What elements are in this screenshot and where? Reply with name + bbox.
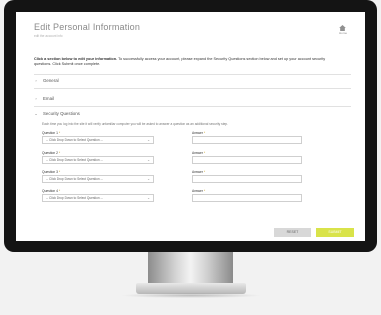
security-note: Each time you log into the site it will … bbox=[42, 122, 229, 126]
chevron-down-icon: ⌄ bbox=[147, 196, 150, 200]
question-3-value: -- Click Drop Down to Select Question -- bbox=[46, 177, 103, 181]
divider bbox=[34, 88, 351, 89]
required-marker: * bbox=[58, 189, 61, 193]
answer-4-label-text: Answer bbox=[192, 189, 203, 193]
answer-2-input[interactable] bbox=[192, 156, 302, 164]
answer-4-label: Answer * bbox=[192, 189, 205, 193]
divider bbox=[34, 106, 351, 107]
answer-1-input[interactable] bbox=[192, 136, 302, 144]
answer-3-label-text: Answer bbox=[192, 170, 203, 174]
question-1-select[interactable]: -- Click Drop Down to Select Question --… bbox=[42, 136, 154, 144]
answer-4-input[interactable] bbox=[192, 194, 302, 202]
required-marker: * bbox=[203, 131, 206, 135]
question-4-label: Question 4 * bbox=[42, 189, 60, 193]
required-marker: * bbox=[203, 170, 206, 174]
question-4-label-text: Question 4 bbox=[42, 189, 58, 193]
chevron-down-icon: ⌄ bbox=[147, 138, 150, 142]
page-title: Edit Personal Information bbox=[34, 22, 141, 32]
question-2-label-text: Question 2 bbox=[42, 151, 58, 155]
question-3-select[interactable]: -- Click Drop Down to Select Question --… bbox=[42, 175, 154, 183]
question-2-label: Question 2 * bbox=[42, 151, 60, 155]
answer-1-label: Answer * bbox=[192, 131, 205, 135]
divider bbox=[34, 74, 351, 75]
required-marker: * bbox=[203, 151, 206, 155]
monitor-stand-neck bbox=[148, 252, 233, 286]
section-general[interactable]: › General bbox=[34, 78, 59, 83]
question-3-label-text: Question 3 bbox=[42, 170, 58, 174]
answer-1-label-text: Answer bbox=[192, 131, 203, 135]
chevron-down-icon: ⌄ bbox=[34, 111, 38, 116]
answer-3-label: Answer * bbox=[192, 170, 205, 174]
screen-glare bbox=[305, 12, 365, 72]
required-marker: * bbox=[58, 151, 61, 155]
section-security-label: Security Questions bbox=[43, 111, 80, 116]
chevron-right-icon: › bbox=[35, 96, 37, 101]
section-security-questions[interactable]: ⌄ Security Questions bbox=[34, 111, 80, 116]
required-marker: * bbox=[58, 170, 61, 174]
monitor-bezel: Edit Personal Information edit the accou… bbox=[4, 0, 377, 252]
chevron-down-icon: ⌄ bbox=[147, 177, 150, 181]
question-1-label: Question 1 * bbox=[42, 131, 60, 135]
required-marker: * bbox=[58, 131, 61, 135]
required-marker: * bbox=[203, 189, 206, 193]
section-email[interactable]: › Email bbox=[34, 96, 54, 101]
question-1-label-text: Question 1 bbox=[42, 131, 58, 135]
answer-2-label-text: Answer bbox=[192, 151, 203, 155]
question-2-value: -- Click Drop Down to Select Question -- bbox=[46, 158, 103, 162]
chevron-right-icon: › bbox=[35, 78, 37, 83]
edit-personal-info-page: Edit Personal Information edit the accou… bbox=[34, 22, 354, 241]
submit-button[interactable]: SUBMIT bbox=[316, 228, 354, 237]
answer-3-input[interactable] bbox=[192, 175, 302, 183]
section-email-label: Email bbox=[43, 96, 54, 101]
reset-button[interactable]: RESET bbox=[274, 228, 311, 237]
page-subtitle: edit the account info bbox=[34, 34, 63, 38]
instruction-bold: Click a section below to edit your infor… bbox=[34, 57, 118, 61]
question-3-label: Question 3 * bbox=[42, 170, 60, 174]
question-1-value: -- Click Drop Down to Select Question -- bbox=[46, 138, 103, 142]
stand-shadow bbox=[120, 293, 262, 298]
answer-2-label: Answer * bbox=[192, 151, 205, 155]
monitor-screen: Edit Personal Information edit the accou… bbox=[16, 12, 365, 241]
instruction-text: Click a section below to edit your infor… bbox=[34, 57, 339, 67]
question-4-select[interactable]: -- Click Drop Down to Select Question --… bbox=[42, 194, 154, 202]
chevron-down-icon: ⌄ bbox=[147, 158, 150, 162]
question-4-value: -- Click Drop Down to Select Question -- bbox=[46, 196, 103, 200]
section-general-label: General bbox=[43, 78, 59, 83]
question-2-select[interactable]: -- Click Drop Down to Select Question --… bbox=[42, 156, 154, 164]
